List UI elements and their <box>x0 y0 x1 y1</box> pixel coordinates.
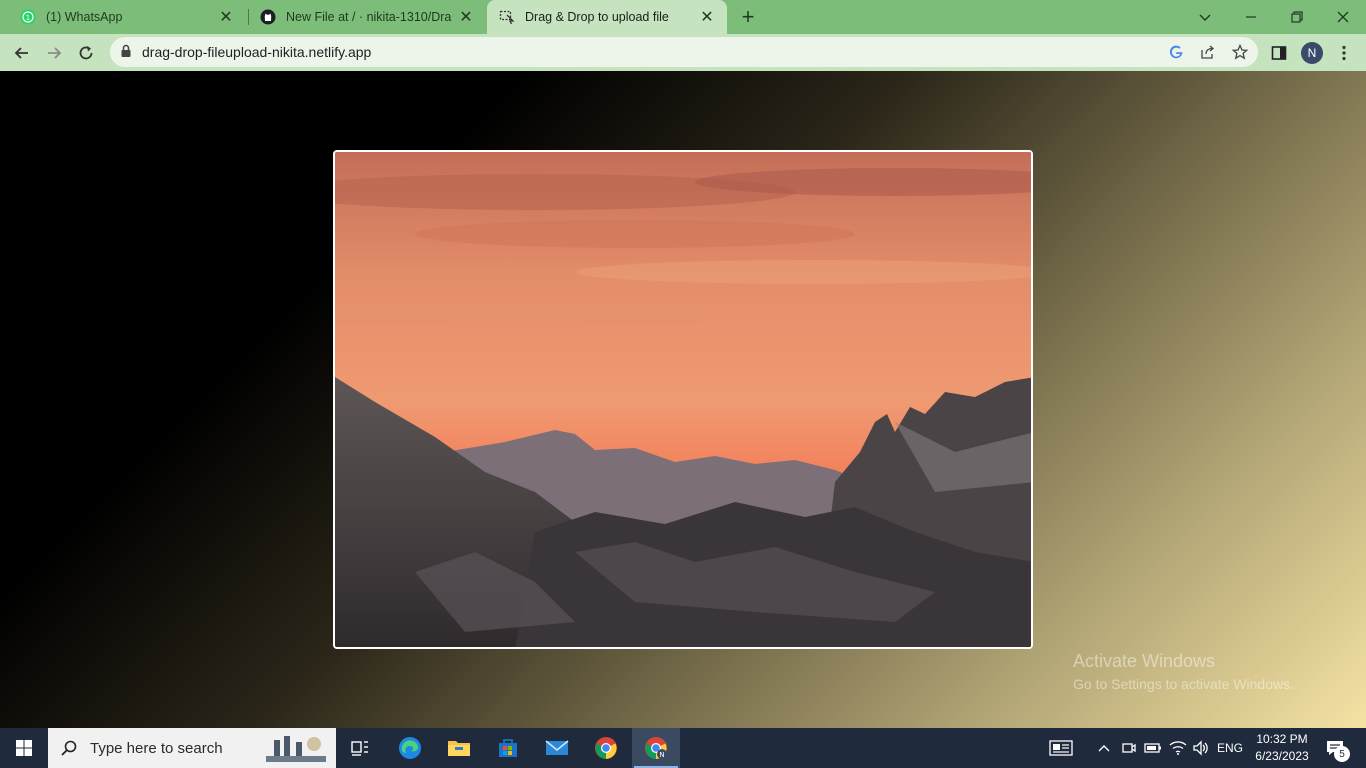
tab-title: New File at / · nikita-1310/Drag-D <box>286 10 452 24</box>
sunset-mountain-image <box>335 152 1031 647</box>
close-icon[interactable]: ✕ <box>458 9 474 26</box>
tab-title: (1) WhatsApp <box>46 10 123 24</box>
forward-button[interactable] <box>40 39 68 67</box>
clock-date: 6/23/2023 <box>1255 749 1309 763</box>
windows-logo-icon <box>16 740 32 756</box>
restore-button[interactable] <box>1274 0 1320 34</box>
wifi-icon <box>1169 741 1187 755</box>
battery-icon <box>1144 743 1161 753</box>
browser-toolbar: drag-drop-fileupload-nikita.netlify.app … <box>0 34 1366 71</box>
start-button[interactable] <box>0 728 48 768</box>
show-hidden-icons-button[interactable] <box>1094 728 1114 768</box>
chrome-profile-icon: N <box>645 737 667 759</box>
speaker-icon <box>1193 740 1208 756</box>
reload-button[interactable] <box>72 39 100 67</box>
google-translate-icon[interactable] <box>1167 43 1185 61</box>
chevron-up-icon <box>1098 745 1110 752</box>
profile-avatar[interactable]: N <box>1301 42 1323 64</box>
taskbar-store[interactable] <box>484 728 532 768</box>
whatsapp-icon: 1 <box>20 9 36 25</box>
svg-text:1: 1 <box>26 14 30 22</box>
browser-tabstrip: 1 (1) WhatsApp ✕ New File at / · nikita-… <box>0 0 1366 34</box>
taskbar-chrome-profile-active[interactable]: N <box>632 728 680 768</box>
close-window-button[interactable] <box>1320 0 1366 34</box>
store-icon <box>499 739 517 757</box>
lock-icon[interactable] <box>120 44 132 61</box>
side-panel-icon[interactable] <box>1265 39 1293 67</box>
windows-taskbar: Type here to search N ENG 10:32 PM 6/23/… <box>0 728 1366 768</box>
tab-drag-drop[interactable]: Drag & Drop to upload file ✕ <box>487 0 727 34</box>
bookmark-star-icon[interactable] <box>1231 43 1249 61</box>
close-icon[interactable]: ✕ <box>699 9 715 26</box>
uploaded-image-preview[interactable] <box>333 150 1033 649</box>
tab-title: Drag & Drop to upload file <box>525 10 669 24</box>
mail-icon <box>545 740 569 755</box>
tab-whatsapp[interactable]: 1 (1) WhatsApp ✕ <box>8 0 246 34</box>
share-icon[interactable] <box>1199 43 1217 61</box>
edge-icon <box>399 737 421 759</box>
camera-icon <box>1122 743 1136 753</box>
search-placeholder: Type here to search <box>90 739 223 757</box>
news-widget-button[interactable] <box>1044 728 1078 768</box>
taskbar-search-box[interactable]: Type here to search <box>48 728 336 768</box>
battery-button[interactable] <box>1142 728 1164 768</box>
network-button[interactable] <box>1166 728 1190 768</box>
taskbar-chrome[interactable] <box>582 728 630 768</box>
input-language-button[interactable]: ENG <box>1214 728 1246 768</box>
svg-text:N: N <box>659 751 664 759</box>
menu-kebab-icon[interactable] <box>1330 39 1358 67</box>
notification-count-badge: 5 <box>1334 746 1350 762</box>
clock-time: 10:32 PM <box>1256 732 1308 746</box>
back-button[interactable] <box>8 39 36 67</box>
meet-now-button[interactable] <box>1118 728 1140 768</box>
taskbar-file-explorer[interactable] <box>435 728 483 768</box>
new-tab-button[interactable]: + <box>736 4 760 29</box>
search-highlight-icon <box>266 732 326 767</box>
tab-search-button[interactable] <box>1182 0 1228 34</box>
url-text[interactable]: drag-drop-fileupload-nikita.netlify.app <box>142 44 371 60</box>
windows-activation-watermark: Activate Windows Go to Settings to activ… <box>1073 651 1294 692</box>
taskbar-edge[interactable] <box>386 728 434 768</box>
tab-github[interactable]: New File at / · nikita-1310/Drag-D ✕ <box>248 0 486 34</box>
minimize-button[interactable] <box>1228 0 1274 34</box>
address-bar[interactable]: drag-drop-fileupload-nikita.netlify.app <box>110 37 1258 67</box>
github-icon <box>260 9 276 25</box>
taskbar-mail[interactable] <box>533 728 581 768</box>
task-view-button[interactable] <box>336 728 384 768</box>
chrome-icon <box>595 737 617 759</box>
watermark-title: Activate Windows <box>1073 651 1216 671</box>
task-view-icon <box>351 741 368 756</box>
search-icon <box>60 739 78 757</box>
news-icon <box>1049 740 1073 756</box>
folder-icon <box>448 741 470 756</box>
clock[interactable]: 10:32 PM 6/23/2023 <box>1248 731 1316 765</box>
close-icon[interactable]: ✕ <box>218 9 234 26</box>
watermark-subtitle: Go to Settings to activate Windows. <box>1073 676 1294 692</box>
upload-page-icon <box>499 9 515 25</box>
volume-button[interactable] <box>1190 728 1212 768</box>
page-content: Activate Windows Go to Settings to activ… <box>0 71 1366 728</box>
